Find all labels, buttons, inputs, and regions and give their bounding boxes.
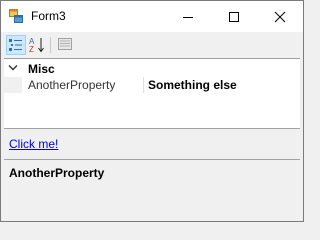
svg-text:Z: Z [29, 45, 34, 54]
minimize-button[interactable] [165, 1, 211, 32]
property-pages-icon [58, 38, 72, 50]
alphabetical-button[interactable]: A Z [27, 35, 47, 55]
property-grid-window: Form3 A Z Misc AnotherProperty Something… [0, 0, 304, 222]
property-name[interactable]: AnotherProperty [28, 78, 115, 92]
column-splitter[interactable] [143, 77, 144, 93]
property-grid-toolbar: A Z [4, 34, 300, 56]
chevron-down-icon[interactable] [8, 64, 18, 72]
close-button[interactable] [257, 1, 303, 32]
commands-pane: Click me! [4, 129, 300, 157]
app-icon [9, 9, 23, 23]
category-row[interactable]: Misc [4, 61, 300, 77]
description-divider[interactable] [4, 159, 300, 160]
alphabetical-icon: A Z [29, 37, 44, 54]
description-title: AnotherProperty [9, 166, 105, 180]
minimize-icon [183, 17, 193, 18]
property-grid[interactable]: Misc AnotherProperty Something else [4, 58, 300, 128]
property-row[interactable]: AnotherProperty Something else [4, 77, 300, 93]
maximize-icon [229, 12, 239, 22]
title-bar[interactable]: Form3 [1, 1, 303, 32]
property-value[interactable]: Something else [148, 78, 237, 92]
categorized-button[interactable] [6, 35, 26, 55]
categorized-icon [9, 39, 22, 51]
property-pages-button[interactable] [56, 35, 76, 55]
toolbar-separator [50, 37, 51, 53]
window-title: Form3 [31, 9, 66, 23]
property-row-margin [4, 77, 22, 93]
maximize-button[interactable] [211, 1, 257, 32]
description-pane: AnotherProperty [4, 161, 300, 219]
category-label: Misc [28, 62, 55, 76]
close-icon [274, 11, 286, 23]
click-me-link[interactable]: Click me! [9, 137, 58, 151]
